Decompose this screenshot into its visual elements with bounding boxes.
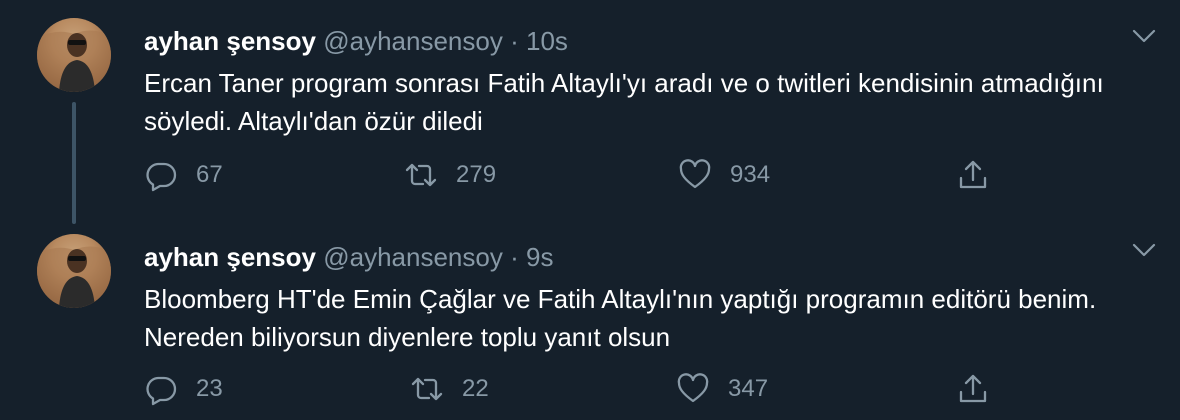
tweet-text: Ercan Taner program sonrası Fatih Altayl… — [144, 68, 1104, 136]
like-count: 934 — [730, 161, 771, 188]
like-count: 347 — [728, 375, 769, 402]
user-handle[interactable]: @ayhansensoy — [323, 26, 503, 56]
retweet-button[interactable]: 22 — [410, 372, 489, 406]
thread-line — [72, 102, 76, 224]
share-icon — [959, 160, 987, 189]
like-icon — [679, 159, 711, 189]
separator-dot: · — [510, 242, 519, 272]
retweet-count: 279 — [456, 161, 497, 188]
reply-icon — [146, 376, 177, 406]
retweet-icon — [411, 377, 443, 401]
share-icon — [959, 374, 987, 403]
reply-button[interactable]: 67 — [144, 158, 223, 192]
user-handle[interactable]: @ayhansensoy — [323, 242, 503, 272]
tweet-header: ayhan şensoy @ayhansensoy · 10s — [144, 26, 568, 57]
display-name[interactable]: ayhan şensoy — [144, 242, 316, 272]
share-button[interactable] — [956, 372, 990, 406]
avatar[interactable] — [37, 18, 111, 92]
chevron-down-icon[interactable] — [1130, 26, 1158, 46]
tweet-header: ayhan şensoy @ayhansensoy · 9s — [144, 242, 553, 273]
reply-count: 23 — [196, 375, 223, 402]
reply-button[interactable]: 23 — [144, 372, 223, 406]
display-name[interactable]: ayhan şensoy — [144, 26, 316, 56]
timestamp[interactable]: 9s — [526, 242, 553, 272]
retweet-button[interactable]: 279 — [404, 158, 496, 192]
reply-icon — [146, 162, 177, 192]
like-button[interactable]: 934 — [678, 158, 770, 192]
timestamp[interactable]: 10s — [526, 26, 568, 56]
separator-dot: · — [510, 26, 519, 56]
like-icon — [677, 373, 709, 403]
chevron-down-icon[interactable] — [1130, 240, 1158, 260]
like-button[interactable]: 347 — [676, 372, 768, 406]
retweet-count: 22 — [462, 375, 489, 402]
tweet-text: Bloomberg HT'de Emin Çağlar ve Fatih Alt… — [144, 284, 1097, 352]
reply-count: 67 — [196, 161, 223, 188]
share-button[interactable] — [956, 158, 990, 192]
retweet-icon — [405, 163, 437, 187]
avatar[interactable] — [37, 234, 111, 308]
